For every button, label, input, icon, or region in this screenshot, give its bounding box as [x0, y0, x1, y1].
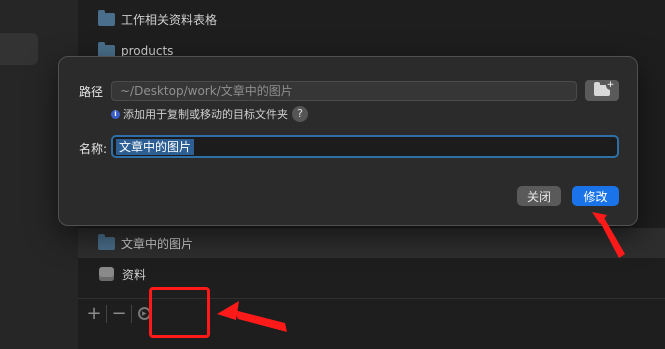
- name-field-value: 文章中的图片: [116, 138, 195, 155]
- modify-button[interactable]: 修改: [572, 186, 619, 206]
- sidebar-selected-item[interactable]: [0, 33, 38, 65]
- edit-destination-dialog: 路径 ~/Desktop/work/文章中的图片 i 添加用于复制或移动的目标文…: [58, 56, 638, 226]
- list-item-label: 文章中的图片: [121, 236, 194, 251]
- hint-text: 添加用于复制或移动的目标文件夹: [123, 108, 288, 121]
- list-item[interactable]: 文章中的图片: [78, 228, 665, 258]
- close-button[interactable]: 关闭: [517, 186, 561, 206]
- info-icon: i: [111, 109, 120, 119]
- path-label: 路径: [79, 85, 104, 99]
- drive-icon: [99, 267, 114, 281]
- help-button[interactable]: ?: [292, 106, 308, 122]
- folder-icon: [98, 9, 115, 26]
- folder-icon: [98, 233, 115, 250]
- choose-folder-button[interactable]: [585, 80, 619, 101]
- list-item-label: 资料: [122, 267, 147, 282]
- remove-button[interactable]: −: [107, 302, 131, 326]
- add-button[interactable]: +: [82, 302, 106, 326]
- name-field[interactable]: 文章中的图片: [111, 135, 619, 158]
- name-label: 名称:: [79, 142, 108, 156]
- hint-row: i 添加用于复制或移动的目标文件夹 ?: [111, 106, 308, 122]
- list-item[interactable]: 资料: [78, 259, 665, 289]
- path-field[interactable]: ~/Desktop/work/文章中的图片: [111, 81, 577, 101]
- folder-add-icon: [594, 81, 615, 96]
- list-item-label: 工作相关资料表格: [121, 12, 218, 27]
- list-item[interactable]: 工作相关资料表格: [78, 4, 665, 34]
- annotation-highlight-box: [149, 287, 210, 338]
